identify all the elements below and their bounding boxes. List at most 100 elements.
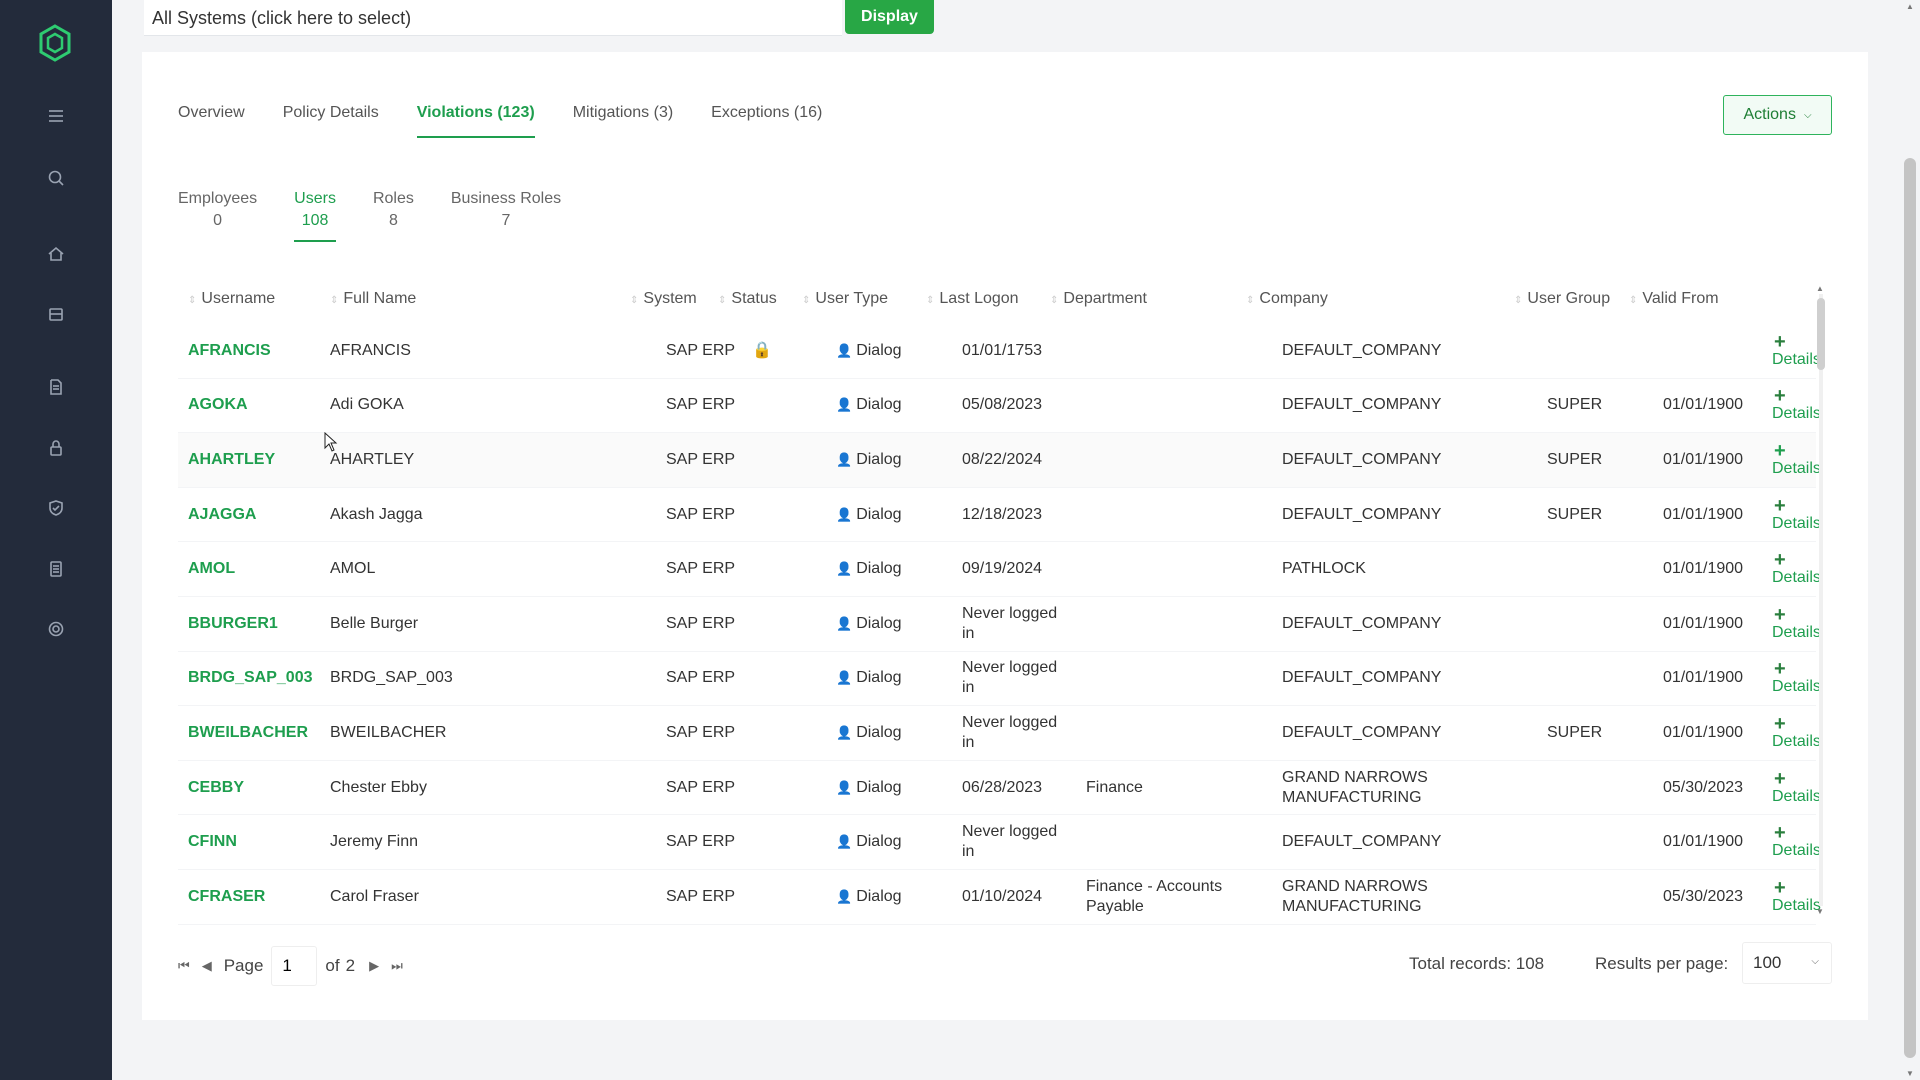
scroll-down-icon[interactable]: ▼ — [1906, 1069, 1914, 1078]
user-type-label: Dialog — [856, 723, 902, 741]
details-button[interactable]: + Details — [1772, 496, 1821, 533]
company-cell: DEFAULT_COMPANY — [1282, 505, 1442, 523]
list-icon[interactable] — [46, 559, 66, 579]
tab-overview[interactable]: Overview — [178, 104, 245, 138]
column-header-label: User Type — [815, 290, 889, 307]
actions-button[interactable]: Actions ⌵ — [1723, 95, 1832, 135]
username-link[interactable]: BRDG_SAP_003 — [188, 668, 313, 688]
lock-icon[interactable] — [46, 438, 66, 458]
username-link[interactable]: AHARTLEY — [188, 450, 275, 470]
column-header-user-type[interactable]: ⇕ User Type — [802, 290, 888, 308]
subtab-users[interactable]: Users 108 — [294, 190, 336, 242]
column-header-label: Last Logon — [939, 290, 1019, 307]
full-name-cell: AHARTLEY — [330, 450, 415, 468]
full-name-cell: AMOL — [330, 560, 376, 578]
user-group-cell: SUPER — [1547, 723, 1603, 741]
tab-exceptions[interactable]: Exceptions (16) — [711, 104, 822, 138]
username-link[interactable]: AGOKA — [188, 395, 248, 415]
details-button[interactable]: + Details — [1772, 659, 1821, 696]
table-row: AGOKA Adi GOKA SAP ERP 👤 Dialog 05/08/202… — [178, 379, 1821, 434]
menu-icon[interactable] — [46, 106, 66, 126]
chevron-down-icon: ⌵ — [1803, 109, 1812, 121]
details-label: Details — [1772, 459, 1821, 477]
company-cell: GRAND NARROWS MANUFACTURING — [1282, 768, 1428, 806]
tab-policy-details[interactable]: Policy Details — [283, 104, 379, 138]
column-header-username[interactable]: ⇕ Username — [188, 290, 275, 308]
last-page-icon[interactable]: ⏭ — [391, 958, 403, 974]
company-cell: DEFAULT_COMPANY — [1282, 341, 1442, 359]
scroll-up-icon[interactable]: ▲ — [1906, 2, 1914, 11]
column-header-status[interactable]: ⇕ Status — [718, 290, 777, 308]
table-row: CEBBY Chester Ebby SAP ERP 👤 Dialog 06/28… — [178, 761, 1821, 816]
username-link[interactable]: CFRASER — [188, 887, 265, 907]
column-header-valid-from[interactable]: ⇕ Valid From — [1629, 290, 1719, 308]
user-icon: 👤 — [836, 779, 853, 795]
username-link[interactable]: CEBBY — [188, 778, 244, 798]
details-button[interactable]: + Details — [1772, 769, 1821, 806]
last-logon-cell: 06/28/2023 — [962, 778, 1043, 796]
column-header-user-group[interactable]: ⇕ User Group — [1514, 290, 1610, 308]
user-type-cell: 👤 Dialog — [836, 887, 902, 907]
first-page-icon[interactable]: ⏮ — [178, 958, 190, 974]
details-button[interactable]: + Details — [1772, 332, 1821, 369]
column-header-full-name[interactable]: ⇕ Full Name — [330, 290, 416, 308]
column-header-system[interactable]: ⇕ System — [630, 290, 697, 308]
department-cell: Finance — [1086, 778, 1143, 796]
inbox-icon[interactable] — [46, 304, 66, 324]
user-type-cell: 👤 Dialog — [836, 668, 902, 688]
tab-mitigations[interactable]: Mitigations (3) — [573, 104, 673, 138]
results-per-page-select[interactable]: 100 ⌵ — [1742, 942, 1832, 984]
details-button[interactable]: + Details — [1772, 386, 1821, 423]
details-button[interactable]: + Details — [1772, 549, 1821, 587]
department-cell: Finance - Accounts Payable — [1086, 877, 1223, 915]
search-icon[interactable] — [46, 168, 66, 188]
username-link[interactable]: AJAGGA — [188, 505, 256, 525]
details-label: Details — [1772, 623, 1821, 641]
subtab-employees[interactable]: Employees 0 — [178, 190, 257, 242]
shield-icon[interactable] — [46, 498, 66, 518]
username-link[interactable]: CFINN — [188, 832, 237, 852]
plus-icon: + — [1774, 712, 1786, 735]
valid-from-cell: 01/01/1900 — [1663, 723, 1744, 741]
page-scrollbar[interactable]: ▲ ▼ — [1900, 0, 1920, 1080]
tab-violations[interactable]: Violations (123) — [416, 104, 535, 138]
details-button[interactable]: + Details — [1772, 441, 1821, 478]
home-icon[interactable] — [46, 244, 66, 264]
username-link[interactable]: AMOL — [188, 559, 235, 579]
subtab-roles[interactable]: Roles 8 — [373, 190, 414, 242]
username-link[interactable]: BBURGER1 — [188, 614, 278, 634]
document-icon[interactable] — [46, 377, 66, 397]
details-button[interactable]: + Details — [1772, 823, 1821, 860]
scroll-thumb[interactable] — [1904, 158, 1916, 1058]
details-button[interactable]: + Details — [1772, 878, 1821, 915]
subtab-count: 7 — [501, 212, 511, 229]
chevron-down-icon: ⌵ — [1811, 956, 1819, 967]
username-link[interactable]: AFRANCIS — [188, 341, 271, 361]
user-type-cell: 👤 Dialog — [836, 395, 902, 415]
previous-page-icon[interactable]: ◀ — [202, 958, 212, 974]
system-selector[interactable]: All Systems (click here to select) — [144, 0, 842, 36]
column-header-company[interactable]: ⇕ Company — [1246, 290, 1328, 308]
scroll-up-icon[interactable]: ▲ — [1816, 284, 1824, 293]
column-header-department[interactable]: ⇕ Department — [1050, 290, 1147, 308]
table-scrollbar[interactable]: ▲ ▼ — [1816, 284, 1826, 916]
details-button[interactable]: + Details — [1772, 605, 1821, 642]
tab-bar: Overview Policy Details Violations (123)… — [178, 104, 860, 138]
user-type-cell: 👤 Dialog — [836, 778, 902, 798]
details-button[interactable]: + Details — [1772, 712, 1821, 751]
scroll-thumb[interactable] — [1817, 298, 1825, 370]
subtab-business-roles[interactable]: Business Roles 7 — [451, 190, 561, 242]
page-number-input[interactable] — [271, 946, 318, 986]
table-row: BWEILBACHER BWEILBACHER SAP ERP 👤 Dialog … — [178, 706, 1821, 761]
logo-icon[interactable] — [38, 24, 72, 62]
valid-from-cell: 01/01/1900 — [1663, 560, 1744, 578]
column-header-label: Department — [1063, 290, 1147, 307]
user-type-label: Dialog — [856, 341, 902, 359]
username-link[interactable]: BWEILBACHER — [188, 723, 308, 743]
scroll-down-icon[interactable]: ▼ — [1816, 907, 1824, 916]
next-page-icon[interactable]: ▶ — [369, 958, 379, 974]
column-header-last-logon[interactable]: ⇕ Last Logon — [926, 290, 1019, 308]
plus-icon: + — [1774, 549, 1786, 572]
display-button[interactable]: Display — [845, 0, 934, 34]
settings-icon[interactable] — [46, 619, 66, 639]
